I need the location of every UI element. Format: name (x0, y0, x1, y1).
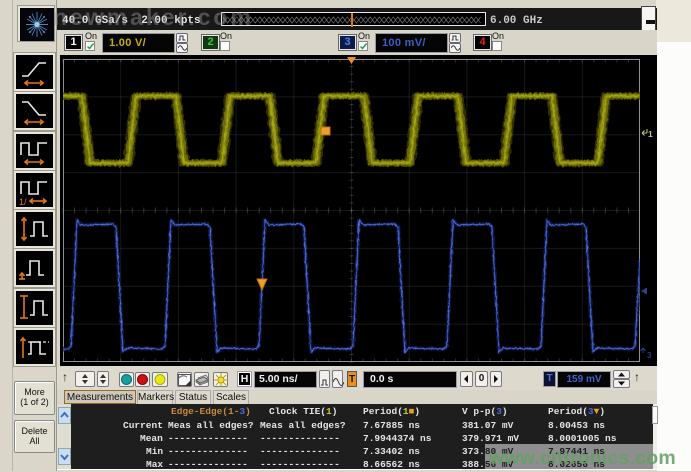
svg-text:3: 3 (647, 351, 652, 360)
svg-text:1/: 1/ (19, 197, 27, 207)
svg-text:1: 1 (648, 129, 653, 139)
